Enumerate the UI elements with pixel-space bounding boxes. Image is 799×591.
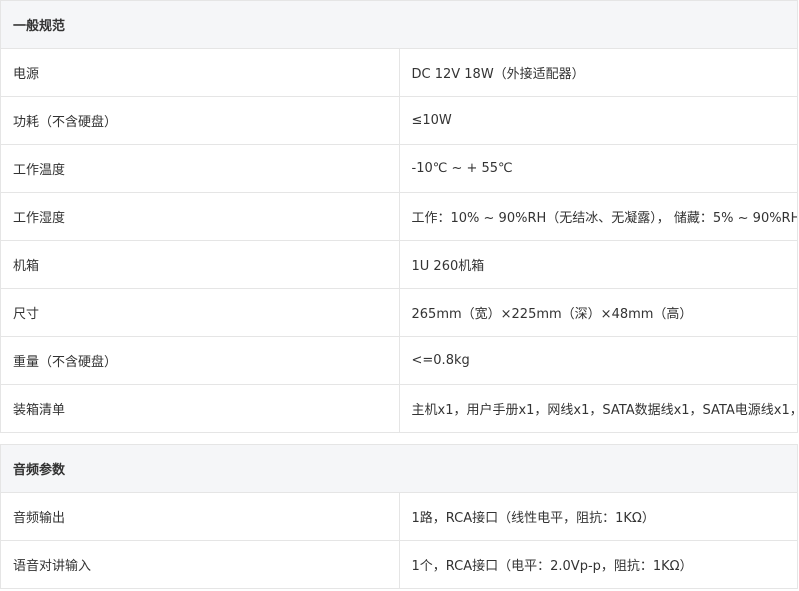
section-header-general: 一般规范 bbox=[0, 0, 798, 49]
spec-value: 1路，RCA接口（线性电平，阻抗：1KΩ） bbox=[398, 492, 798, 541]
spec-key: 音频输出 bbox=[0, 492, 400, 541]
spec-key: 语音对讲输入 bbox=[0, 540, 400, 589]
table-row: 机箱 1U 260机箱 bbox=[0, 240, 798, 289]
spec-value: <=0.8kg bbox=[398, 336, 798, 385]
spec-key: 工作湿度 bbox=[0, 192, 400, 241]
table-row: 装箱清单 主机x1，用户手册x1，网线x1，SATA数据线x1，SATA电源线x… bbox=[0, 384, 798, 433]
spec-value: 1U 260机箱 bbox=[398, 240, 798, 289]
table-row: 尺寸 265mm（宽）×225mm（深）×48mm（高） bbox=[0, 288, 798, 337]
section-header-audio: 音频参数 bbox=[0, 444, 798, 493]
audio-spec-table: 音频参数 音频输出 1路，RCA接口（线性电平，阻抗：1KΩ） 语音对讲输入 1… bbox=[0, 444, 798, 589]
table-row: 工作湿度 工作：10% ~ 90%RH（无结冰、无凝露）， 储藏：5% ~ 90… bbox=[0, 192, 798, 241]
table-row: 电源 DC 12V 18W（外接适配器） bbox=[0, 48, 798, 97]
table-row: 语音对讲输入 1个，RCA接口（电平：2.0Vp-p，阻抗：1KΩ） bbox=[0, 540, 798, 589]
spec-key: 尺寸 bbox=[0, 288, 400, 337]
spec-key: 重量（不含硬盘） bbox=[0, 336, 400, 385]
spec-value: 主机x1，用户手册x1，网线x1，SATA数据线x1，SATA电源线x1，鼠标x… bbox=[398, 384, 798, 433]
spec-value: ≤10W bbox=[398, 96, 798, 145]
table-row: 重量（不含硬盘） <=0.8kg bbox=[0, 336, 798, 385]
spec-value: -10℃ ~ + 55℃ bbox=[398, 144, 798, 193]
spec-key: 电源 bbox=[0, 48, 400, 97]
general-spec-table: 一般规范 电源 DC 12V 18W（外接适配器） 功耗（不含硬盘） ≤10W … bbox=[0, 0, 798, 433]
spec-key: 机箱 bbox=[0, 240, 400, 289]
table-row: 功耗（不含硬盘） ≤10W bbox=[0, 96, 798, 145]
spec-value: 工作：10% ~ 90%RH（无结冰、无凝露）， 储藏：5% ~ 90%RH（无… bbox=[398, 192, 798, 241]
spec-value: DC 12V 18W（外接适配器） bbox=[398, 48, 798, 97]
section-title: 一般规范 bbox=[0, 0, 798, 49]
spec-key: 功耗（不含硬盘） bbox=[0, 96, 400, 145]
section-title: 音频参数 bbox=[0, 444, 798, 493]
spec-key: 工作温度 bbox=[0, 144, 400, 193]
spec-key: 装箱清单 bbox=[0, 384, 400, 433]
table-row: 音频输出 1路，RCA接口（线性电平，阻抗：1KΩ） bbox=[0, 492, 798, 541]
spec-value: 265mm（宽）×225mm（深）×48mm（高） bbox=[398, 288, 798, 337]
spec-value: 1个，RCA接口（电平：2.0Vp-p，阻抗：1KΩ） bbox=[398, 540, 798, 589]
table-row: 工作温度 -10℃ ~ + 55℃ bbox=[0, 144, 798, 193]
